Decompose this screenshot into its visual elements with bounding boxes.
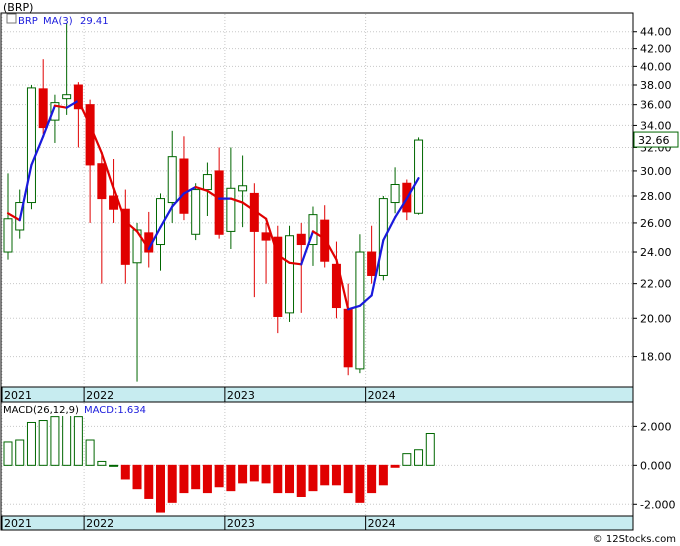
candle-body — [97, 163, 107, 200]
price-x-tick-label: 2023 — [227, 389, 255, 402]
candle-body — [38, 88, 48, 129]
macd-bar — [285, 464, 295, 494]
macd-bar — [202, 464, 212, 494]
macd-indicator-label: MACD(26,12,9) — [3, 405, 79, 416]
candle — [414, 137, 424, 215]
macd-bar — [155, 464, 165, 513]
macd-x-tick-label: 2022 — [86, 517, 114, 530]
candle-body — [261, 232, 271, 241]
ma-value: 29.41 — [80, 16, 109, 27]
price-x-tick-label: 2021 — [4, 389, 32, 402]
macd-bar — [97, 460, 107, 466]
macd-bar — [191, 464, 201, 490]
macd-bar — [120, 464, 130, 480]
macd-bar — [355, 464, 365, 503]
macd-bar — [273, 464, 283, 494]
ma-label: MA(3) — [43, 16, 73, 27]
macd-bar — [249, 464, 259, 482]
macd-bar — [167, 464, 177, 503]
macd-bar — [367, 464, 377, 494]
last-price-label: 32.66 — [638, 134, 670, 147]
macd-bar — [214, 464, 224, 488]
macd-bar — [85, 439, 95, 466]
stock-chart: (BRP) 18.00 20.00 22.00 24.00 26.00 28.00 30.0… — [0, 0, 680, 546]
macd-bar — [343, 464, 353, 494]
candle-body — [26, 87, 36, 204]
legend-swatch — [6, 13, 17, 24]
candle-body — [214, 170, 224, 235]
macd-x-tick-label: 2024 — [368, 517, 396, 530]
candle-body — [179, 158, 189, 214]
candle-body — [62, 94, 72, 100]
price-x-tick-label: 2024 — [368, 389, 396, 402]
macd-bar — [390, 464, 400, 468]
macd-bar — [425, 433, 435, 466]
macd-bar — [402, 453, 412, 466]
price-y-tick-label: 22.00 — [640, 278, 672, 291]
candle-body — [343, 308, 353, 368]
candle — [285, 225, 295, 322]
price-y-tick-label: 26.00 — [640, 217, 672, 230]
candle-body — [3, 218, 13, 253]
candle-body — [285, 235, 295, 314]
macd-bar — [26, 421, 36, 466]
macd-bar — [132, 464, 142, 490]
price-y-tick-label: 34.00 — [640, 119, 672, 132]
candle-body — [167, 156, 177, 204]
macd-bar — [15, 439, 25, 466]
candle-body — [390, 183, 400, 204]
macd-bar — [414, 449, 424, 466]
macd-bar — [331, 464, 341, 486]
price-y-tick-label: 44.00 — [640, 26, 672, 39]
macd-bar — [226, 464, 236, 492]
macd-bar — [261, 464, 271, 484]
macd-bar — [73, 416, 83, 466]
macd-bar — [109, 464, 119, 467]
candle-body — [296, 233, 306, 246]
macd-bar — [38, 420, 48, 466]
candle-body — [238, 185, 248, 192]
macd-value-label: MACD:1.634 — [84, 405, 146, 416]
macd-bar — [62, 414, 72, 466]
candle-body — [120, 208, 130, 265]
price-y-tick-label: 42.00 — [640, 43, 672, 56]
macd-x-tick-label: 2021 — [4, 517, 32, 530]
macd-bar — [308, 464, 318, 492]
macd-y-tick-label: 2.000 — [640, 420, 672, 433]
price-y-tick-label: 24.00 — [640, 246, 672, 259]
macd-bar — [296, 464, 306, 497]
price-y-tick-label: 28.00 — [640, 190, 672, 203]
price-y-tick-label: 30.00 — [640, 165, 672, 178]
candle-body — [355, 251, 365, 370]
macd-legend: MACD(26,12,9) MACD:1.634 — [2, 404, 146, 416]
candle-body — [191, 189, 201, 235]
price-x-tick-label: 2022 — [86, 389, 114, 402]
macd-bar — [50, 416, 60, 466]
macd-bar — [238, 464, 248, 484]
macd-y-tick-label: 0.000 — [640, 459, 672, 472]
price-y-tick-label: 36.00 — [640, 99, 672, 112]
price-y-tick-label: 20.00 — [640, 312, 672, 325]
watermark: © 12Stocks.com — [593, 534, 676, 545]
candle — [26, 85, 36, 210]
macd-y-tick-label: -2.000 — [640, 498, 675, 511]
candle-body — [226, 187, 236, 232]
macd-bar — [179, 464, 189, 494]
macd-bar — [378, 464, 388, 486]
price-legend: BRP MA(3) 29.41 — [6, 13, 109, 27]
price-y-tick-label: 40.00 — [640, 60, 672, 73]
macd-bar — [3, 441, 13, 466]
candle-body — [367, 251, 377, 276]
chart-title: (BRP) — [3, 1, 33, 14]
ma-segment — [288, 261, 303, 266]
candle-body — [202, 174, 212, 191]
candle-body — [414, 139, 424, 214]
price-y-tick-label: 38.00 — [640, 79, 672, 92]
macd-bar — [320, 464, 330, 486]
ticker-label: BRP — [18, 16, 38, 27]
candle — [191, 183, 201, 241]
macd-bar — [144, 464, 154, 499]
price-y-tick-label: 18.00 — [640, 351, 672, 364]
macd-x-tick-label: 2023 — [227, 517, 255, 530]
